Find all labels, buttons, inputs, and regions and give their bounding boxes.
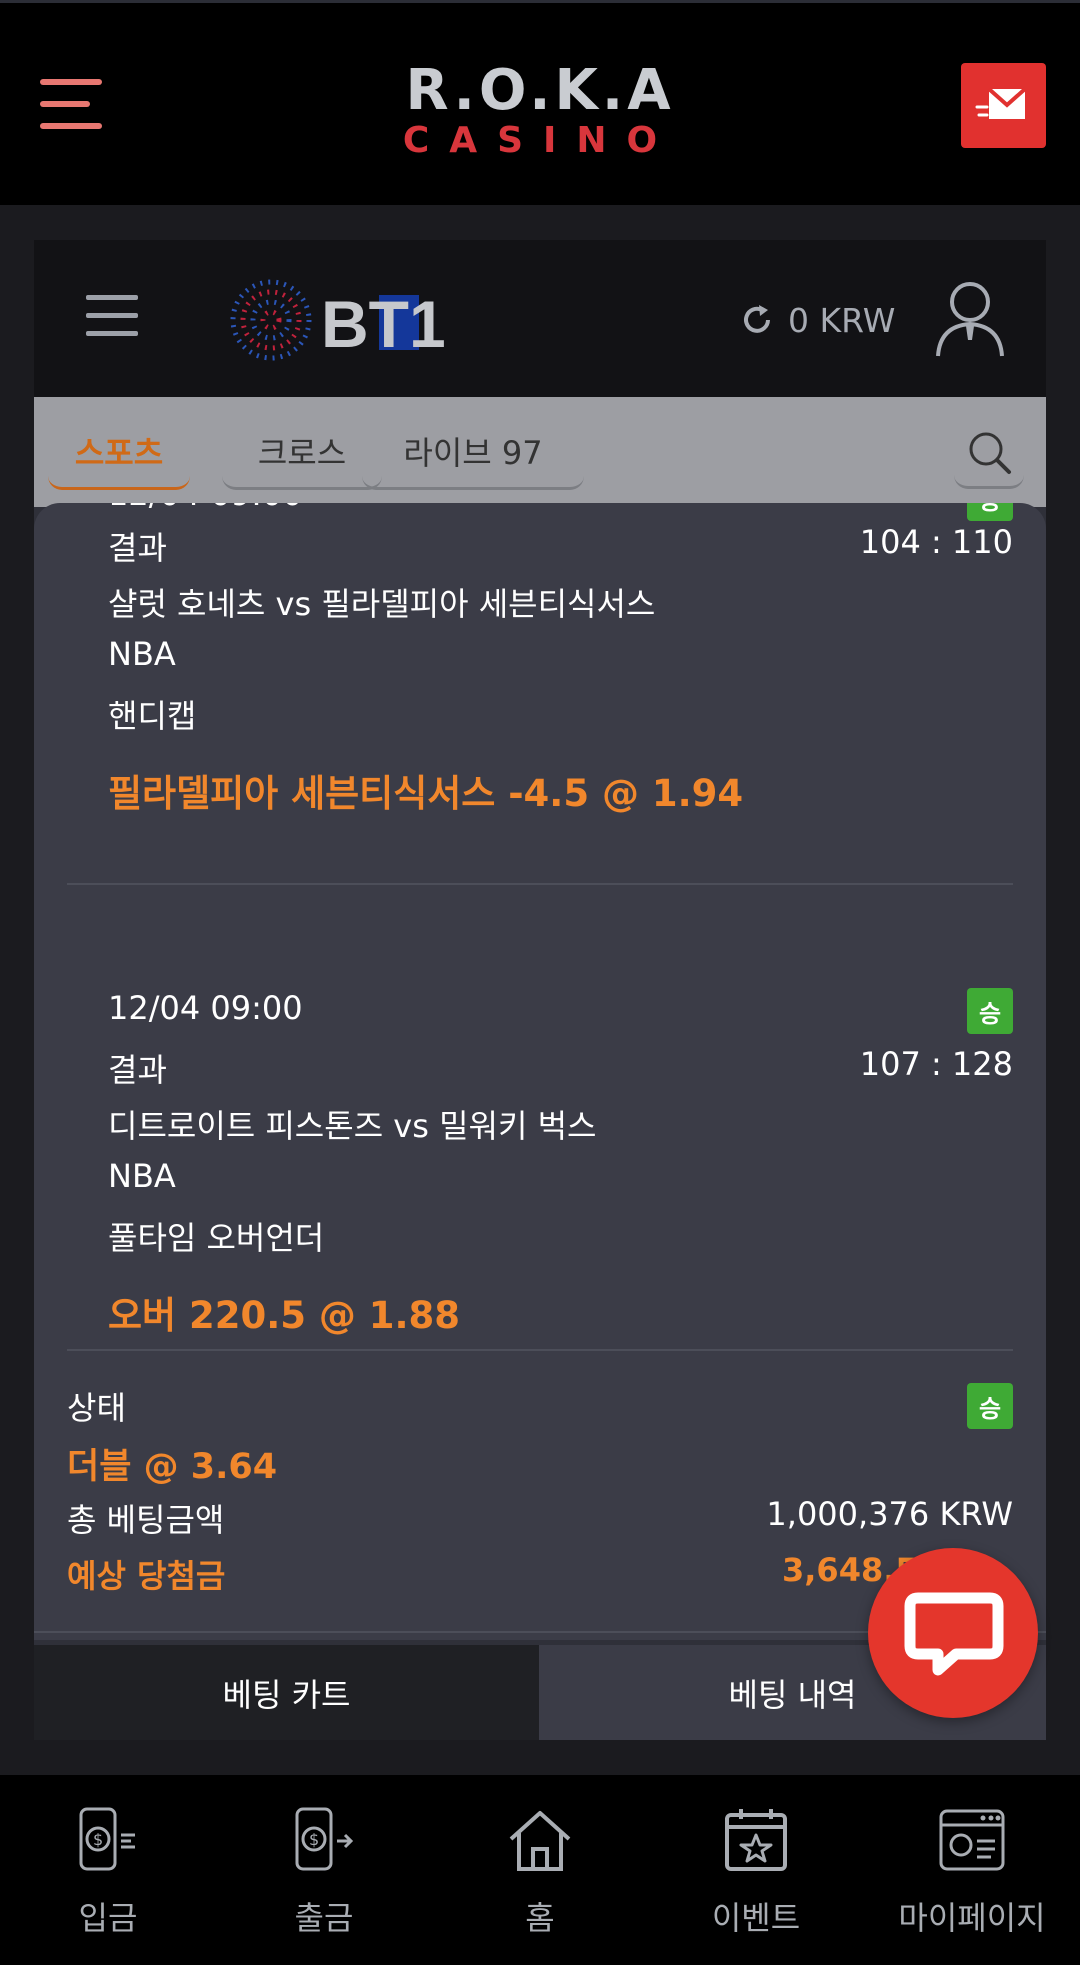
refresh-icon[interactable] [740, 303, 774, 337]
nav-event-label: 이벤트 [711, 1899, 801, 1937]
bet1-status-badge: 승 [967, 503, 1013, 521]
bet2-pick: 오버 220.5 @ 1.88 [108, 1294, 461, 1337]
svg-text:$: $ [309, 1830, 319, 1849]
bet-history-label: 베팅 내역 [728, 1675, 857, 1714]
bet1-league: NBA [108, 635, 176, 673]
home-icon [509, 1811, 571, 1871]
nav-withdraw[interactable]: $ 출금 [216, 1775, 432, 1965]
withdraw-icon: $ [295, 1807, 354, 1871]
casino-logo-text: R.O.K.A [405, 58, 675, 123]
bet-cart-label: 베팅 카트 [222, 1675, 351, 1714]
live-chat-button[interactable] [868, 1548, 1038, 1718]
nav-mypage[interactable]: 마이페이지 [864, 1775, 1080, 1965]
tab-live[interactable]: 라이브 97 [362, 415, 584, 490]
nav-home[interactable]: 홈 [432, 1775, 648, 1965]
nav-deposit[interactable]: $ 입금 [0, 1775, 216, 1965]
bt1-menu-icon[interactable] [86, 295, 138, 337]
bet1-pick: 필라델피아 세븐티식서스 -4.5 @ 1.94 [108, 772, 744, 815]
main-menu-icon[interactable] [40, 79, 104, 133]
nav-withdraw-label: 출금 [294, 1899, 354, 1937]
bt1-header: BT1 0 KRW [34, 240, 1046, 397]
bottom-nav: $ 입금 $ 출금 홈 이벤트 마이페이지 [0, 1775, 1080, 1965]
tab-cross-label: 크로스 [257, 434, 347, 472]
expected-win-label: 예상 당첨금 [67, 1557, 226, 1595]
balance-display: 0 KRW [740, 300, 895, 340]
status-label: 상태 [67, 1389, 126, 1427]
nav-home-label: 홈 [525, 1899, 555, 1937]
bet1-market: 핸디캡 [108, 697, 197, 735]
bet-detail-panel: 12/04 09:00 승 결과 104 : 110 샬럿 호네츠 vs 필라델… [34, 503, 1046, 1640]
nav-mypage-label: 마이페이지 [898, 1899, 1046, 1937]
page: R.O.K.A CASINO BT1 0 KRW 스포츠 크로스 라이브 97 … [0, 0, 1080, 1965]
summary-status-badge: 승 [967, 1383, 1013, 1429]
sport-tabs: 스포츠 크로스 라이브 97 [34, 397, 1046, 507]
divider [67, 883, 1013, 885]
user-icon [936, 282, 1004, 357]
bet2-match: 디트로이트 피스톤즈 vs 밀워키 벅스 [108, 1107, 597, 1145]
tab-sports[interactable]: 스포츠 [48, 415, 190, 490]
tab-sports-label: 스포츠 [74, 434, 164, 472]
casino-logo[interactable]: R.O.K.A CASINO [380, 61, 700, 161]
total-bet-value: 1,000,376 KRW [766, 1495, 1013, 1533]
tab-live-label: 라이브 97 [403, 434, 543, 472]
casino-logo-subtext: CASINO [402, 120, 678, 161]
chat-icon [904, 1592, 1004, 1676]
nav-event[interactable]: 이벤트 [648, 1775, 864, 1965]
nav-deposit-label: 입금 [78, 1899, 138, 1937]
bet-type: 더블 @ 3.64 [67, 1447, 278, 1487]
bet2-league: NBA [108, 1157, 176, 1195]
betting-frame: BT1 0 KRW 스포츠 크로스 라이브 97 결과 104: 110 샬럿… [34, 240, 1046, 1740]
tab-cross[interactable]: 크로스 [222, 415, 382, 490]
mail-button[interactable] [961, 63, 1046, 148]
balance-text: 0 KRW [788, 300, 896, 340]
bt1-logo-mark: BT1 [230, 279, 446, 361]
search-button[interactable] [954, 419, 1024, 489]
bet2-status-badge: 승 [967, 988, 1013, 1034]
total-bet-label: 총 베팅금액 [67, 1501, 225, 1539]
bet2-market: 풀타임 오버언더 [108, 1219, 325, 1257]
bet1-match: 샬럿 호네츠 vs 필라델피아 세븐티식서스 [108, 585, 656, 623]
bet1-date: 12/04 09:00 [108, 503, 303, 513]
bet2-result-label: 결과 [108, 1051, 167, 1089]
bet-cart-button[interactable]: 베팅 카트 [34, 1645, 539, 1740]
bet2-score: 107 : 128 [859, 1045, 1013, 1083]
bet2-date: 12/04 09:00 [108, 989, 303, 1027]
deposit-icon: $ [79, 1807, 135, 1871]
bt1-logo-text: BT1 [321, 287, 446, 361]
svg-text:$: $ [93, 1830, 103, 1849]
bt1-logo[interactable]: BT1 [229, 275, 469, 365]
bet1-result-label: 결과 [108, 529, 167, 567]
user-button[interactable] [934, 280, 1006, 358]
search-icon [969, 432, 1011, 474]
event-icon [725, 1809, 787, 1871]
divider [67, 1349, 1013, 1351]
casino-header: R.O.K.A CASINO [0, 0, 1080, 205]
bet1-score: 104 : 110 [859, 523, 1013, 561]
mypage-icon [939, 1809, 1005, 1871]
mail-icon [975, 87, 1027, 119]
